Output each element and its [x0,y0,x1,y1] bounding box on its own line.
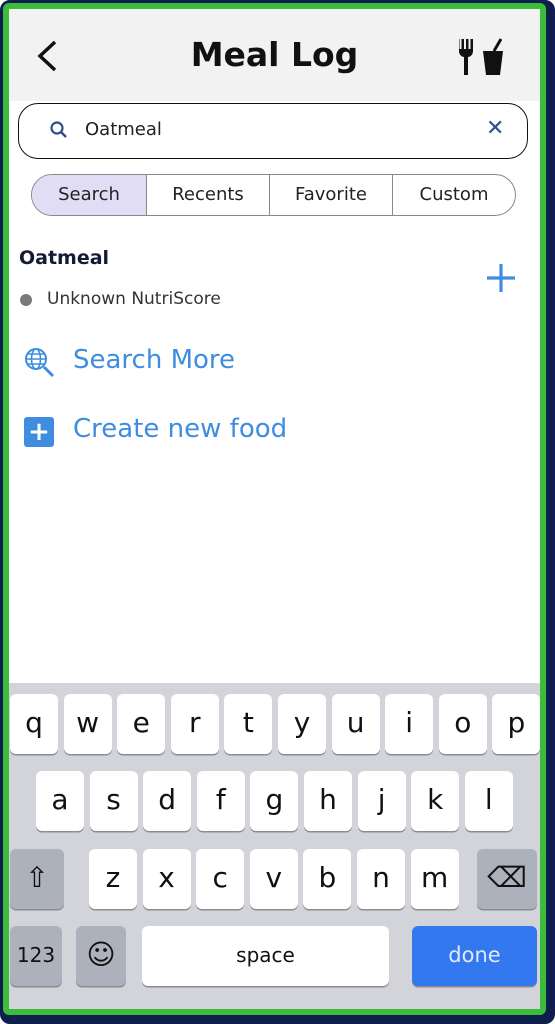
numbers-key[interactable]: 123 [10,926,62,986]
key-z[interactable]: z [89,849,137,909]
keyboard: q w e r t y u i o p a s d f g h j k l z x c v b n m ⇧ ⌫ 123 ☺ space don… [9,683,540,1009]
tab-search[interactable]: Search [32,175,146,215]
key-a[interactable]: a [36,771,84,831]
key-i[interactable]: i [385,694,434,754]
key-r[interactable]: r [170,694,219,754]
key-n[interactable]: n [357,849,405,909]
create-new-food-link[interactable]: Create new food [73,414,287,444]
key-j[interactable]: j [357,771,406,831]
key-k[interactable]: k [411,771,460,831]
key-y[interactable]: y [278,694,326,754]
key-b[interactable]: b [303,849,352,909]
key-g[interactable]: g [250,771,299,831]
tab-recents[interactable]: Recents [146,175,269,215]
search-value: Oatmeal [85,119,162,140]
fork-and-drink-icon[interactable] [457,37,507,77]
nutriscore-label: Unknown NutriScore [47,289,221,309]
key-m[interactable]: m [410,849,459,909]
space-key[interactable]: space [142,926,389,986]
search-more-link[interactable]: Search More [73,345,235,375]
delete-key[interactable]: ⌫ [477,849,537,909]
app-screen: Meal Log Oatmeal ✕ Search Recents Favori… [3,3,546,1015]
key-x[interactable]: x [142,849,191,909]
globe-search-icon[interactable] [23,346,57,380]
key-e[interactable]: e [117,694,166,754]
close-icon[interactable]: ✕ [486,116,504,141]
emoji-key[interactable]: ☺ [76,926,126,986]
tab-favorite[interactable]: Favorite [269,175,392,215]
header: Meal Log [9,9,540,101]
key-f[interactable]: f [196,771,245,831]
key-p[interactable]: p [492,694,540,754]
key-l[interactable]: l [464,771,513,831]
tab-custom[interactable]: Custom [392,175,515,215]
key-q[interactable]: q [10,694,58,754]
plus-icon[interactable] [485,262,517,294]
key-h[interactable]: h [304,771,352,831]
key-u[interactable]: u [331,694,380,754]
add-box-icon[interactable]: + [24,417,54,447]
search-icon [50,121,67,138]
key-o[interactable]: o [438,694,487,754]
key-w[interactable]: w [63,694,112,754]
key-v[interactable]: v [249,849,298,909]
search-input[interactable]: Oatmeal ✕ [18,103,528,159]
food-name[interactable]: Oatmeal [19,247,109,269]
done-key[interactable]: done [412,926,537,986]
key-c[interactable]: c [196,849,245,909]
tab-bar: Search Recents Favorite Custom [31,174,516,216]
nutriscore-dot [20,294,32,306]
key-d[interactable]: d [143,771,192,831]
key-s[interactable]: s [89,771,138,831]
key-t[interactable]: t [224,694,273,754]
shift-key[interactable]: ⇧ [10,849,64,909]
